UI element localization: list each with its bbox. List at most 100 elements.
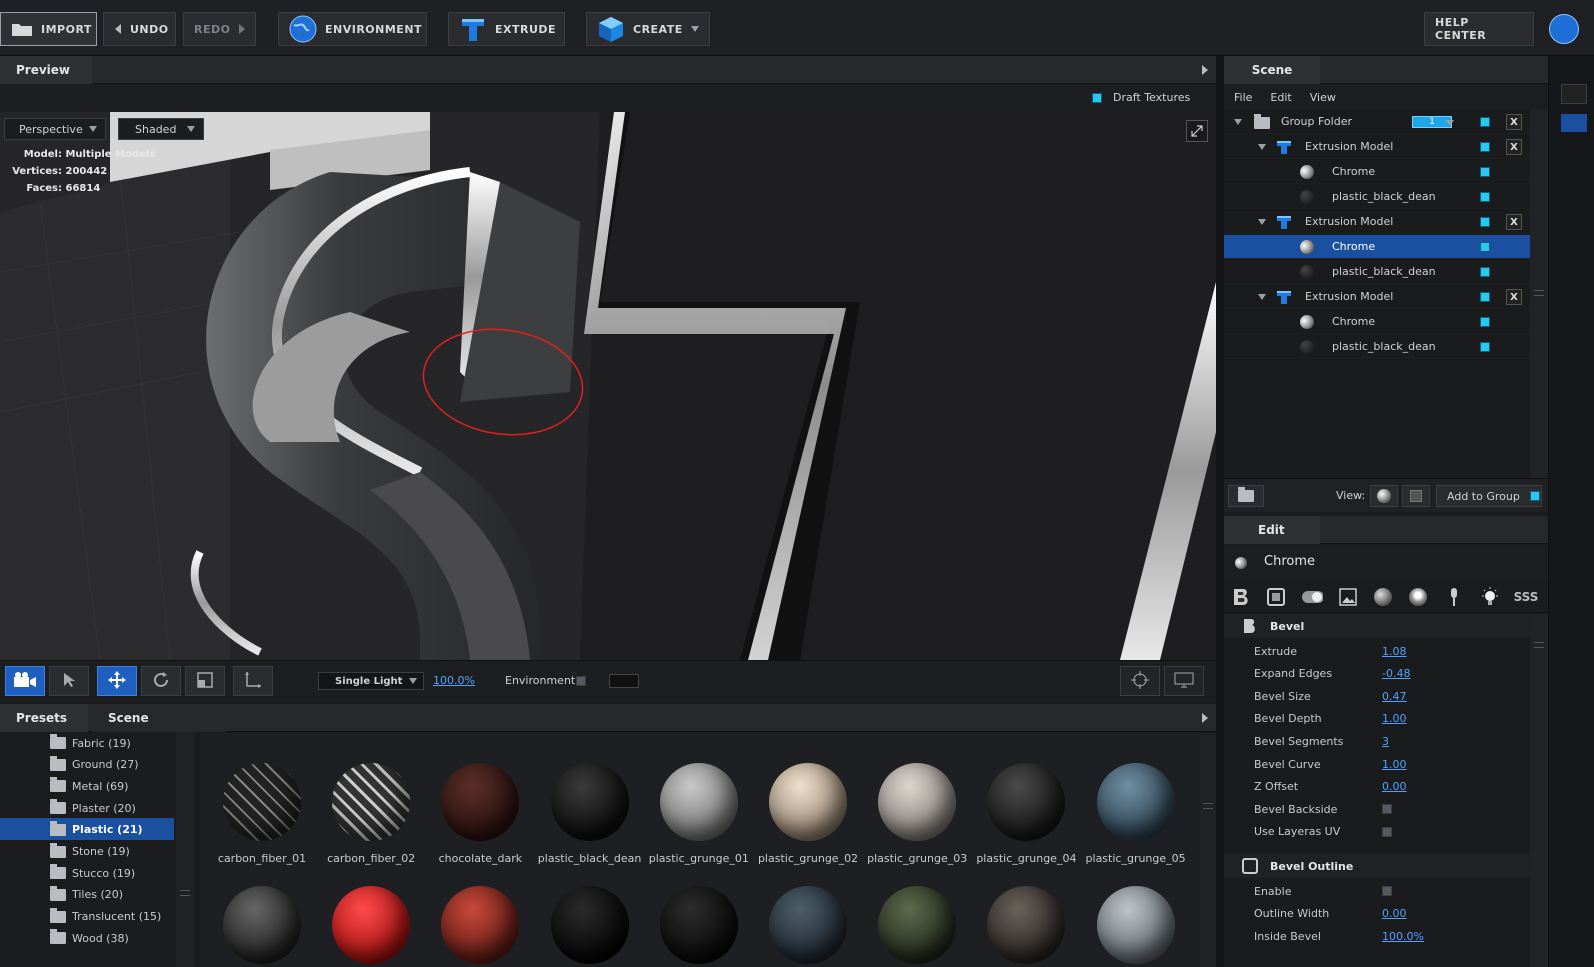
material-row[interactable]: plastic_black_dean bbox=[1224, 260, 1530, 284]
tab-preview[interactable]: Preview bbox=[0, 56, 92, 84]
property-checkbox[interactable] bbox=[1382, 886, 1392, 896]
view-mode-dropdown[interactable]: Perspective bbox=[4, 118, 106, 140]
property-value[interactable]: 1.08 bbox=[1382, 645, 1407, 658]
property-value[interactable]: -0.48 bbox=[1382, 667, 1410, 680]
sphere-tab-icon[interactable] bbox=[1372, 586, 1394, 608]
light-intensity-value[interactable]: 100.0% bbox=[433, 674, 475, 687]
extrude-button[interactable]: EXTRUDE bbox=[448, 12, 565, 46]
delete-button[interactable]: X bbox=[1506, 289, 1522, 305]
bevel-tab-icon[interactable] bbox=[1230, 586, 1252, 608]
delete-button[interactable]: X bbox=[1506, 114, 1522, 130]
preset-folder-item[interactable]: Stucco (19) bbox=[50, 863, 135, 883]
tab-scene[interactable]: Scene bbox=[1224, 56, 1320, 84]
preset-folder-item[interactable]: Plaster (20) bbox=[50, 798, 136, 818]
extrusion-model-row[interactable]: Extrusion Model X bbox=[1224, 135, 1530, 159]
material-thumbnail[interactable] bbox=[987, 763, 1066, 841]
material-thumbnail[interactable] bbox=[878, 886, 957, 964]
view-shaded-button[interactable] bbox=[1370, 485, 1398, 507]
property-value[interactable]: 100.0% bbox=[1382, 930, 1424, 943]
add-to-group-button[interactable]: Add to Group bbox=[1436, 485, 1542, 507]
preset-folder-item[interactable]: Fabric (19) bbox=[50, 733, 131, 753]
material-row[interactable]: Chrome bbox=[1224, 235, 1530, 259]
visibility-checkbox[interactable] bbox=[1480, 317, 1490, 327]
delete-button[interactable]: X bbox=[1506, 139, 1522, 155]
light-bulb-tab-icon[interactable] bbox=[1479, 586, 1501, 608]
delete-button[interactable]: X bbox=[1506, 214, 1522, 230]
help-center-button[interactable]: HELP CENTER bbox=[1424, 12, 1534, 46]
folder-list-scrollbar[interactable] bbox=[176, 733, 194, 967]
visibility-checkbox[interactable] bbox=[1480, 217, 1490, 227]
property-value[interactable]: 0.47 bbox=[1382, 690, 1407, 703]
scale-tool-button[interactable] bbox=[185, 666, 225, 696]
environment-color-swatch[interactable] bbox=[609, 674, 639, 688]
collapse-arrow-icon[interactable] bbox=[1258, 219, 1266, 225]
bevel-section-header[interactable]: Bevel bbox=[1224, 614, 1530, 638]
material-thumbnail[interactable] bbox=[659, 763, 738, 841]
visibility-checkbox[interactable] bbox=[1480, 292, 1490, 302]
select-tool-button[interactable] bbox=[49, 666, 89, 696]
material-thumbnail[interactable] bbox=[769, 886, 847, 964]
material-thumbnail[interactable] bbox=[1096, 886, 1175, 964]
property-value[interactable]: 0.00 bbox=[1382, 780, 1407, 793]
preset-folder-item[interactable]: Plastic (21) bbox=[50, 820, 143, 840]
property-value[interactable]: 1.00 bbox=[1382, 758, 1407, 771]
preset-folder-item[interactable]: Stone (19) bbox=[50, 842, 130, 862]
preset-folder-item[interactable]: Translucent (15) bbox=[50, 907, 161, 927]
material-thumbnail[interactable] bbox=[550, 763, 629, 841]
property-value[interactable]: 3 bbox=[1382, 735, 1389, 748]
group-folder-row[interactable]: Group Folder 1 X bbox=[1224, 110, 1530, 134]
preset-folder-item[interactable]: Tiles (20) bbox=[50, 885, 123, 905]
visibility-checkbox[interactable] bbox=[1480, 267, 1490, 277]
shading-dropdown[interactable]: Shaded bbox=[118, 118, 204, 140]
tab-edit[interactable]: Edit bbox=[1224, 516, 1320, 544]
menu-file[interactable]: File bbox=[1234, 91, 1252, 104]
material-row[interactable]: plastic_black_dean bbox=[1224, 185, 1530, 209]
visibility-checkbox[interactable] bbox=[1480, 167, 1490, 177]
extrusion-model-row[interactable]: Extrusion Model X bbox=[1224, 285, 1530, 309]
material-thumbnail[interactable] bbox=[441, 763, 520, 841]
create-button[interactable]: CREATE bbox=[586, 12, 710, 46]
expand-arrow-icon[interactable] bbox=[1202, 65, 1208, 75]
visibility-checkbox[interactable] bbox=[1480, 242, 1490, 252]
menu-view[interactable]: View bbox=[1310, 91, 1336, 104]
visibility-checkbox[interactable] bbox=[1480, 142, 1490, 152]
menu-edit[interactable]: Edit bbox=[1270, 91, 1291, 104]
environment-checkbox[interactable] bbox=[576, 676, 586, 686]
material-thumbnail[interactable] bbox=[332, 886, 411, 964]
move-tool-button[interactable] bbox=[97, 666, 137, 696]
visibility-checkbox[interactable] bbox=[1480, 117, 1490, 127]
image-tab-icon[interactable] bbox=[1337, 586, 1359, 608]
property-checkbox[interactable] bbox=[1382, 826, 1392, 837]
material-thumbnail[interactable] bbox=[332, 763, 411, 841]
collapse-arrow-icon[interactable] bbox=[1258, 294, 1266, 300]
material-row[interactable]: plastic_black_dean bbox=[1224, 335, 1530, 359]
visibility-checkbox[interactable] bbox=[1480, 342, 1490, 352]
tab-scene-materials[interactable]: Scene Materials bbox=[92, 704, 226, 753]
focus-button[interactable] bbox=[1120, 666, 1160, 696]
material-thumbnail[interactable] bbox=[769, 763, 847, 841]
import-button[interactable]: IMPORT bbox=[0, 12, 97, 46]
microphone-tab-icon[interactable] bbox=[1443, 586, 1465, 608]
camera-tool-button[interactable] bbox=[5, 666, 45, 696]
frame-tab-icon[interactable] bbox=[1265, 586, 1287, 608]
chevron-down-icon[interactable] bbox=[1446, 120, 1454, 126]
property-value[interactable]: 1.00 bbox=[1382, 712, 1407, 725]
material-thumbnail[interactable] bbox=[550, 886, 629, 964]
maximize-icon[interactable] bbox=[1186, 120, 1208, 142]
light-dropdown[interactable]: Single Light bbox=[318, 672, 424, 690]
rotate-tool-button[interactable] bbox=[141, 666, 181, 696]
material-thumbnail[interactable] bbox=[1096, 763, 1175, 841]
toggle-tab-icon[interactable] bbox=[1301, 586, 1323, 608]
collapse-arrow-icon[interactable] bbox=[1258, 144, 1266, 150]
draft-textures-checkbox[interactable] bbox=[1092, 93, 1102, 103]
preset-folder-item[interactable]: Wood (38) bbox=[50, 928, 129, 948]
edit-scrollbar[interactable] bbox=[1530, 614, 1548, 967]
tab-presets[interactable]: Presets bbox=[0, 704, 88, 732]
render-button[interactable] bbox=[1164, 666, 1204, 696]
preset-folder-item[interactable]: Ground (27) bbox=[50, 755, 139, 775]
material-thumbnail[interactable] bbox=[987, 886, 1066, 964]
material-row[interactable]: Chrome bbox=[1224, 160, 1530, 184]
material-grid-scrollbar[interactable] bbox=[1200, 733, 1216, 967]
scene-tree-scrollbar[interactable] bbox=[1530, 110, 1548, 478]
collapse-arrow-icon[interactable] bbox=[1234, 119, 1242, 125]
